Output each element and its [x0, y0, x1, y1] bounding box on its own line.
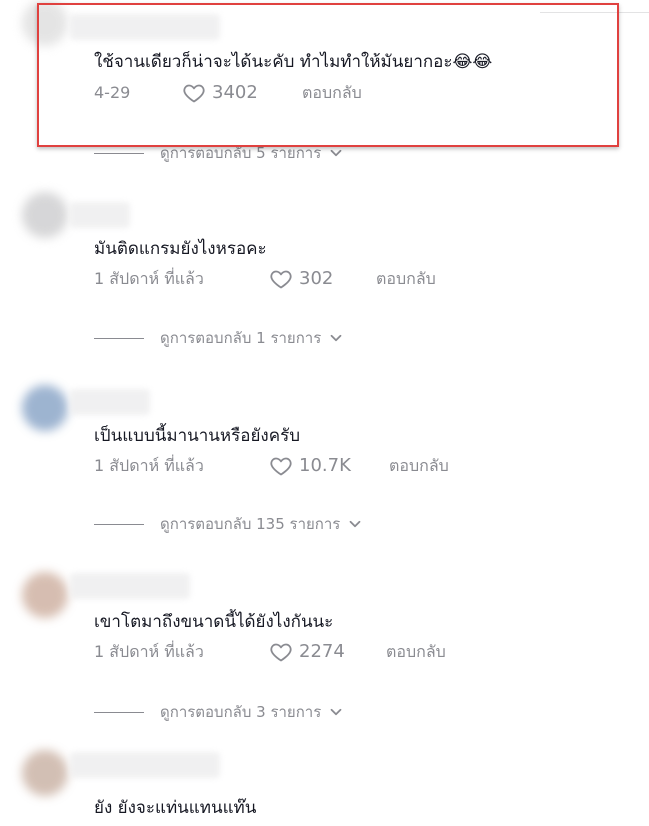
- like-button[interactable]: 302: [269, 267, 333, 291]
- divider-line: [94, 711, 144, 713]
- view-replies-label: ดูการตอบกลับ 5 รายการ: [160, 144, 322, 162]
- like-count: 302: [299, 268, 334, 289]
- comment-date: 4-29: [94, 83, 131, 102]
- heart-outline-icon: [270, 457, 292, 476]
- chevron-down-icon: [330, 708, 342, 716]
- comment-date: 1 สัปดาห์ ที่แล้ว: [94, 642, 204, 661]
- like-count: 2274: [299, 641, 345, 662]
- avatar[interactable]: [22, 750, 68, 796]
- view-replies-button[interactable]: ดูการตอบกลับ 5 รายการ: [94, 141, 343, 165]
- avatar[interactable]: [22, 0, 68, 46]
- like-button[interactable]: 2274: [269, 640, 345, 664]
- chevron-down-icon: [349, 520, 361, 528]
- username-blurred[interactable]: [70, 202, 130, 228]
- comment-text: ยัง ยังจะแท่นแทนแท๊น: [94, 798, 257, 818]
- like-button[interactable]: 3402: [182, 81, 258, 105]
- avatar[interactable]: [22, 572, 68, 618]
- view-replies-label: ดูการตอบกลับ 135 รายการ: [160, 515, 341, 533]
- divider-line: [94, 523, 144, 525]
- top-divider: [540, 12, 649, 13]
- comment-text: ใช้จานเดียวก็น่าจะได้นะคับ ทำไมทำให้มันย…: [94, 52, 493, 72]
- view-replies-label: ดูการตอบกลับ 3 รายการ: [160, 703, 322, 721]
- username-blurred[interactable]: [70, 573, 190, 599]
- avatar[interactable]: [22, 192, 68, 238]
- comment-text: เขาโตมาถึงขนาดนี้ได้ยังไงกันนะ: [94, 612, 334, 632]
- comment-text: เป็นแบบนี้มานานหรือยังครับ: [94, 426, 301, 446]
- heart-outline-icon: [183, 84, 205, 103]
- divider-line: [94, 152, 144, 154]
- like-count: 3402: [212, 82, 258, 103]
- chevron-down-icon: [330, 149, 342, 157]
- view-replies-button[interactable]: ดูการตอบกลับ 3 รายการ: [94, 700, 343, 724]
- reply-button[interactable]: ตอบกลับ: [386, 640, 446, 664]
- username-blurred[interactable]: [70, 14, 220, 40]
- comment-text: มันติดแกรมยังไงหรอคะ: [94, 239, 267, 259]
- username-blurred[interactable]: [70, 389, 150, 415]
- like-button[interactable]: 10.7K: [269, 454, 351, 478]
- comment-date: 1 สัปดาห์ ที่แล้ว: [94, 269, 204, 288]
- heart-outline-icon: [270, 643, 292, 662]
- username-blurred[interactable]: [70, 752, 220, 778]
- like-count: 10.7K: [299, 455, 351, 476]
- view-replies-label: ดูการตอบกลับ 1 รายการ: [160, 329, 322, 347]
- comment-date: 1 สัปดาห์ ที่แล้ว: [94, 456, 204, 475]
- avatar[interactable]: [22, 385, 68, 431]
- view-replies-button[interactable]: ดูการตอบกลับ 1 รายการ: [94, 326, 343, 350]
- reply-button[interactable]: ตอบกลับ: [389, 454, 449, 478]
- divider-line: [94, 337, 144, 339]
- reply-button[interactable]: ตอบกลับ: [376, 267, 436, 291]
- heart-outline-icon: [270, 270, 292, 289]
- reply-button[interactable]: ตอบกลับ: [302, 81, 362, 105]
- chevron-down-icon: [330, 334, 342, 342]
- view-replies-button[interactable]: ดูการตอบกลับ 135 รายการ: [94, 512, 362, 536]
